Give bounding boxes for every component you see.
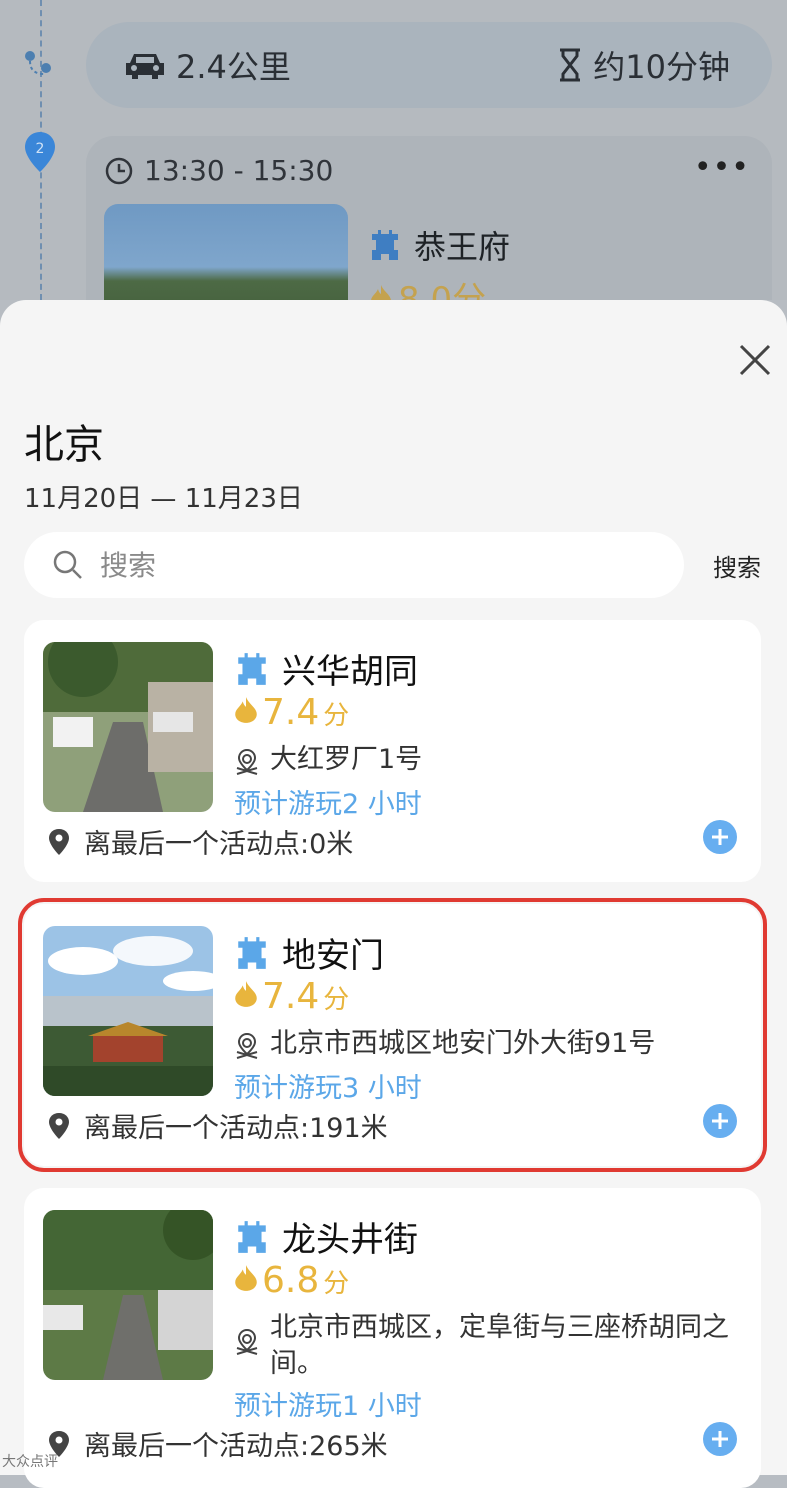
place-title: 地安门 [234, 928, 384, 977]
place-card[interactable]: 龙头井街 6.8 分 北京市西城区，定阜街与三座桥胡同之间。 预计游玩1 小时 … [24, 1188, 761, 1488]
address-text: 北京市西城区，定阜街与三座桥胡同之间。 [270, 1312, 729, 1379]
add-place-button[interactable] [703, 1104, 737, 1138]
search-input[interactable] [98, 547, 662, 583]
close-icon[interactable] [735, 340, 775, 380]
trip-dates: 11月20日 — 11月23日 [24, 484, 303, 514]
score-value: 6.8 [262, 1260, 320, 1301]
place-score: 7.4 分 [234, 976, 349, 1017]
activity-time-text: 13:30 - 15:30 [144, 154, 334, 187]
search-button[interactable]: 搜索 [713, 548, 761, 583]
city-title: 北京 [24, 422, 104, 468]
flame-icon [235, 981, 257, 1007]
landmark-icon [238, 936, 266, 969]
search-box[interactable] [24, 532, 684, 598]
activity-time: 13:30 - 15:30 [104, 154, 333, 187]
route-duration: 约10分钟 [557, 22, 730, 108]
landmark-icon [372, 230, 398, 260]
activity-score-text: 8.0分 [398, 280, 487, 300]
place-address: 北京市西城区，定阜街与三座桥胡同之间。 [234, 1310, 734, 1382]
map-pin-outline-icon [236, 748, 258, 775]
activity-name: 恭王府 [414, 228, 511, 266]
landmark-icon [238, 1220, 266, 1253]
activity-score: 8.0分 [370, 272, 486, 300]
place-score: 6.8 分 [234, 1260, 349, 1301]
place-address: 大红罗厂1号 [234, 742, 734, 778]
location-pin-icon [49, 1112, 69, 1139]
distance-info: 离最后一个活动点:191米 [48, 1106, 388, 1145]
map-pin-outline-icon [236, 1328, 258, 1355]
place-card-highlighted[interactable]: 地安门 7.4 分 北京市西城区地安门外大街91号 预计游玩3 小时 离最后一个… [18, 898, 767, 1172]
stop-pin-icon: 2 [25, 132, 55, 172]
place-name: 地安门 [282, 936, 384, 976]
place-card[interactable]: 兴华胡同 7.4 分 大红罗厂1号 预计游玩2 小时 离最后一个活动点:0米 [24, 620, 761, 882]
place-photo [43, 642, 213, 812]
place-photo [43, 1210, 213, 1380]
activity-card: 13:30 - 15:30 ••• 恭王府 8.0分 [86, 136, 772, 300]
landmark-icon [238, 652, 266, 685]
background-itinerary: 2 2.4公里 约10分钟 13:30 - 15:30 ••• 恭王府 8.0分 [0, 0, 787, 300]
watermark: 大众点评 [2, 1454, 58, 1470]
flame-icon [371, 284, 391, 300]
play-duration: 预计游玩1 小时 [234, 1391, 422, 1422]
score-unit: 分 [323, 701, 350, 731]
place-address: 北京市西城区地安门外大街91号 [234, 1026, 734, 1062]
activity-title: 恭王府 [368, 222, 510, 268]
add-place-button[interactable] [703, 820, 737, 854]
add-place-sheet: 北京 11月20日 — 11月23日 搜索 兴华胡同 [0, 300, 787, 1488]
clock-icon [105, 157, 133, 184]
add-place-button[interactable] [703, 1422, 737, 1456]
flame-icon [235, 1265, 257, 1291]
place-title: 龙头井街 [234, 1212, 418, 1261]
play-duration: 预计游玩2 小时 [234, 789, 422, 820]
distance-info: 离最后一个活动点:0米 [48, 822, 353, 861]
address-text: 北京市西城区地安门外大街91号 [270, 1028, 656, 1059]
route-distance-text: 2.4公里 [176, 48, 291, 86]
flame-icon [235, 697, 257, 723]
score-unit: 分 [323, 1269, 350, 1299]
distance-text: 离最后一个活动点:191米 [84, 1113, 388, 1144]
more-menu-icon[interactable]: ••• [694, 150, 750, 185]
place-name: 兴华胡同 [282, 652, 418, 692]
location-pin-icon [49, 828, 69, 855]
score-value: 7.4 [262, 976, 320, 1017]
route-summary: 2.4公里 约10分钟 [86, 22, 772, 108]
stop-number: 2 [36, 141, 45, 157]
distance-text: 离最后一个活动点:0米 [84, 829, 354, 860]
place-title: 兴华胡同 [234, 644, 418, 693]
place-name: 龙头井街 [282, 1220, 418, 1260]
route-duration-text: 约10分钟 [593, 48, 730, 86]
hourglass-icon [560, 48, 581, 82]
address-text: 大红罗厂1号 [270, 744, 423, 775]
activity-photo [104, 204, 348, 300]
score-unit: 分 [323, 985, 350, 1015]
distance-info: 离最后一个活动点:265米 [48, 1424, 388, 1463]
map-pin-outline-icon [236, 1032, 258, 1059]
place-score: 7.4 分 [234, 692, 349, 733]
distance-text: 离最后一个活动点:265米 [84, 1431, 388, 1462]
search-icon [53, 550, 82, 579]
car-icon [126, 54, 164, 79]
score-value: 7.4 [262, 692, 320, 733]
play-duration: 预计游玩3 小时 [234, 1073, 422, 1104]
place-photo [43, 926, 213, 1096]
route-icon [25, 51, 51, 75]
route-distance: 2.4公里 [124, 22, 291, 108]
